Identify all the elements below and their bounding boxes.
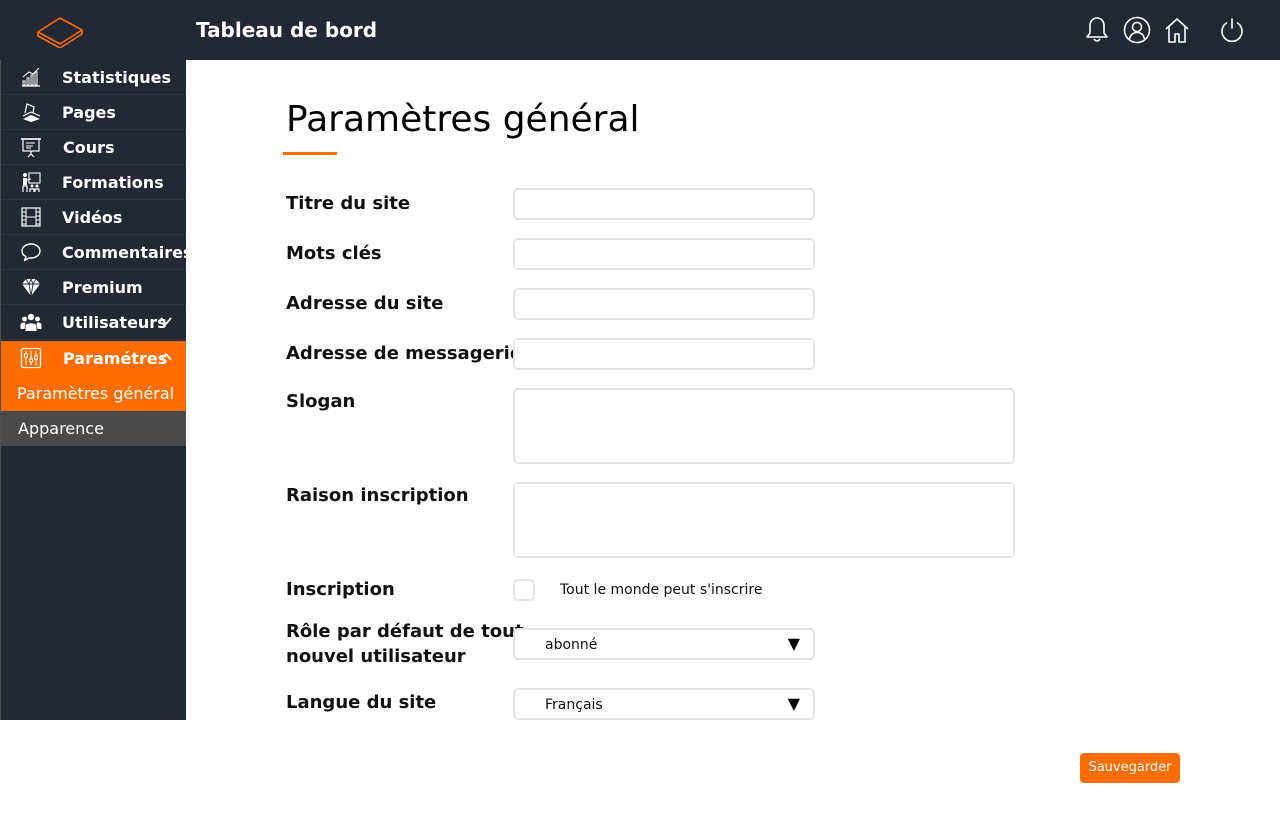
- site-language-label: Langue du site: [286, 692, 437, 713]
- book-logo-icon[interactable]: [36, 12, 84, 49]
- home-icon[interactable]: [1162, 15, 1192, 45]
- power-icon[interactable]: [1217, 15, 1247, 45]
- sidebar-item-label: Formations: [62, 173, 164, 192]
- sidebar-item-utilisateurs[interactable]: Utilisateurs: [1, 305, 186, 340]
- presentation-icon: [20, 136, 42, 158]
- sliders-icon: [20, 347, 42, 369]
- pages-icon: [20, 101, 42, 123]
- sidebar-item-label: Paramétres: [63, 349, 168, 368]
- dropdown-arrow-icon: ▼: [787, 694, 800, 713]
- top-bar: Tableau de bord: [0, 0, 1280, 60]
- submenu-item-apparence[interactable]: Apparence: [1, 411, 186, 446]
- keywords-label: Mots clés: [286, 243, 382, 264]
- site-address-input[interactable]: [513, 288, 815, 320]
- title-underline: [283, 152, 337, 155]
- sidebar-item-cours[interactable]: Cours: [1, 130, 186, 165]
- email-address-input[interactable]: [513, 338, 815, 370]
- site-language-select[interactable]: Français ▼: [513, 688, 815, 720]
- chevron-up-icon[interactable]: [159, 349, 173, 363]
- save-button[interactable]: Sauvegarder: [1080, 753, 1180, 783]
- users-icon: [20, 311, 42, 333]
- comment-icon: [20, 241, 42, 263]
- sidebar-item-parametres[interactable]: Paramétres: [1, 341, 186, 376]
- sidebar-item-commentaires[interactable]: Commentaires: [1, 235, 193, 270]
- training-icon: [20, 171, 42, 193]
- default-role-label-line1: Rôle par défaut de tout: [286, 621, 524, 642]
- default-role-value: abonné: [545, 637, 598, 653]
- sidebar-item-label: Utilisateurs: [62, 313, 167, 332]
- sidebar-item-formations[interactable]: Formations: [1, 165, 186, 200]
- sidebar-item-premium[interactable]: Premium: [1, 270, 186, 305]
- user-icon[interactable]: [1122, 15, 1152, 45]
- signup-label: Inscription: [286, 579, 395, 600]
- slogan-label: Slogan: [286, 391, 356, 412]
- bell-icon[interactable]: [1082, 15, 1112, 45]
- sidebar-item-label: Vidéos: [62, 208, 123, 227]
- submenu-item-label: Apparence: [18, 419, 104, 438]
- site-address-label: Adresse du site: [286, 293, 444, 314]
- default-role-label-line2: nouvel utilisateur: [286, 646, 466, 667]
- signup-checkbox-label[interactable]: Tout le monde peut s'inscrire: [560, 581, 762, 599]
- submenu-item-parametres-general[interactable]: Paramètres général: [1, 376, 186, 411]
- sidebar: Statistiques Pages Cours Formations Vidé…: [0, 60, 193, 720]
- signup-checkbox[interactable]: [513, 579, 535, 601]
- site-language-value: Français: [545, 697, 603, 713]
- sidebar-item-statistiques[interactable]: Statistiques: [1, 60, 186, 95]
- site-title-input[interactable]: [513, 188, 815, 220]
- sidebar-item-label: Pages: [62, 103, 116, 122]
- email-address-label: Adresse de messagerie: [286, 343, 523, 364]
- signup-reason-label: Raison inscription: [286, 485, 469, 506]
- page-title: Paramètres général: [286, 99, 640, 140]
- default-role-select[interactable]: abonné ▼: [513, 628, 815, 660]
- chevron-down-icon[interactable]: [159, 313, 173, 327]
- submenu-item-label: Paramètres général: [17, 384, 175, 403]
- sidebar-item-label: Statistiques: [62, 68, 171, 87]
- app-title: Tableau de bord: [196, 18, 378, 42]
- slogan-textarea[interactable]: [513, 388, 1015, 464]
- sidebar-item-label: Commentaires: [62, 243, 193, 262]
- film-icon: [20, 206, 42, 228]
- keywords-input[interactable]: [513, 238, 815, 270]
- sidebar-item-label: Cours: [63, 138, 115, 157]
- sidebar-item-label: Premium: [62, 278, 143, 297]
- diamond-icon: [20, 276, 42, 298]
- signup-reason-textarea[interactable]: [513, 482, 1015, 558]
- dropdown-arrow-icon: ▼: [787, 634, 800, 653]
- sidebar-item-pages[interactable]: Pages: [1, 95, 186, 130]
- sidebar-item-videos[interactable]: Vidéos: [1, 200, 186, 235]
- chart-icon: [20, 66, 42, 88]
- site-title-label: Titre du site: [286, 193, 411, 214]
